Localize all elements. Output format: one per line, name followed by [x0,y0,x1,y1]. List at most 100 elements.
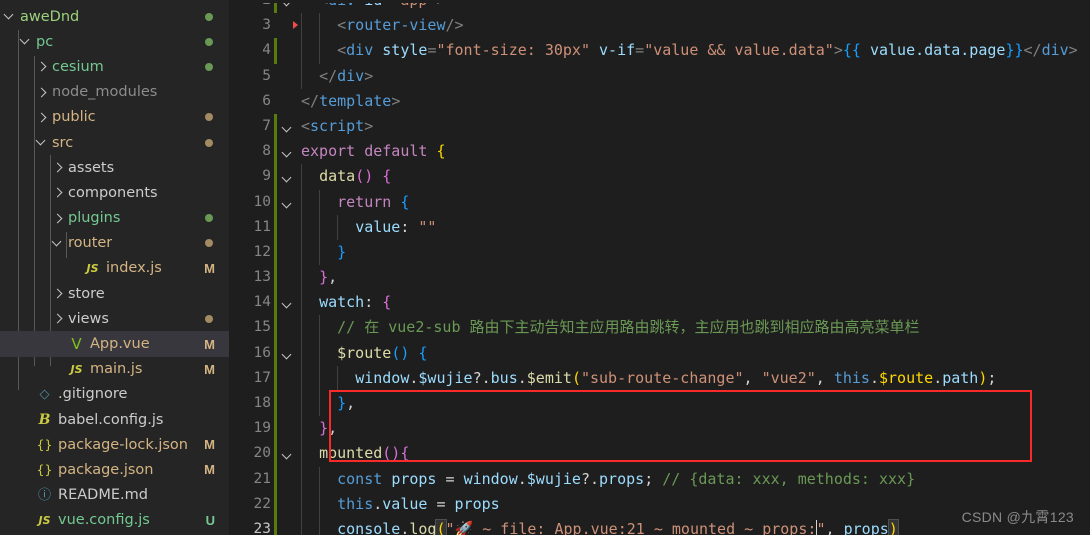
git-status-badge: M [204,437,215,453]
tree-item-vue-config-js[interactable]: JS vue.config.js U [0,508,229,533]
code-line-12[interactable]: 12 } [229,239,1090,266]
folder-status-dot [205,12,213,21]
tree-item-awednd[interactable]: aweDnd [0,4,229,29]
git-modified-marker [274,315,277,341]
chevron-right-icon[interactable] [52,212,65,225]
spacer-icon [52,363,65,376]
tree-item-label: package-lock.json [58,436,188,453]
tree-item-label: App.vue [90,336,150,353]
code-line-13[interactable]: 13 }, [229,265,1090,291]
code-line-15[interactable]: 15 // 在 vue2-sub 路由下主动告知主应用路由跳转，主应用也跳到相应… [229,315,1090,341]
chevron-down-icon[interactable] [4,10,17,23]
tree-item-readme-md[interactable]: ⓘ README.md [0,483,229,508]
chevron-right-icon[interactable] [36,60,49,73]
tree-item-src[interactable]: src [0,130,229,155]
line-number: 15 [253,319,271,336]
tree-item-label: node_modules [52,84,158,101]
tree-item-views[interactable]: views [0,306,229,331]
line-number: 3 [262,17,271,34]
tree-item-node-modules[interactable]: node_modules [0,80,229,105]
chevron-down-icon[interactable] [52,237,65,250]
code-line-14[interactable]: 14 watch: { [229,290,1090,316]
chevron-right-icon[interactable] [52,287,65,300]
git-modified-marker [274,365,277,391]
tree-item-components[interactable]: components [0,180,229,205]
chevron-right-icon[interactable] [52,161,65,174]
tree-item-label: store [68,285,105,302]
line-number: 11 [253,218,271,235]
git-modified-marker [274,516,277,535]
code-line-9[interactable]: 9 data() { [229,164,1090,190]
git-status-badge: M [204,462,215,478]
code-line-19[interactable]: 19 }, [229,416,1090,442]
line-number: 8 [262,143,271,160]
js-file-icon: JS [70,362,83,376]
code-line-10[interactable]: 10 return { [229,189,1090,215]
code-lines[interactable]: 2 <div id="app"> 3 <router-view/> 4 <div s… [229,0,1090,535]
folder-status-dot [205,113,213,122]
code-text: window.$wujie?.bus.$emit("sub-route-chan… [355,368,997,387]
tree-item-package-json[interactable]: {} package.json M [0,457,229,482]
code-line-3[interactable]: 3 <router-view/> [229,13,1090,39]
chevron-down-icon[interactable] [20,35,33,48]
code-line-16[interactable]: 16 $route() { [229,340,1090,366]
spacer-icon [20,388,33,401]
line-number: 12 [253,243,271,260]
tree-item-router[interactable]: router [0,231,229,256]
code-line-7[interactable]: 7 <script> [229,113,1090,140]
tree-item-label: .gitignore [58,386,128,403]
code-line-6[interactable]: 6 </template> [229,89,1090,114]
code-text: </template> [301,91,401,110]
tree-item-plugins[interactable]: plugins [0,206,229,231]
tree-item-label: aweDnd [20,8,80,25]
tree-item-public[interactable]: public [0,105,229,130]
code-line-5[interactable]: 5 </div> [229,63,1090,89]
line-number: 13 [253,269,271,286]
code-line-17[interactable]: 17 window.$wujie?.bus.$emit("sub-route-c… [229,365,1090,391]
tree-item-cesium[interactable]: cesium [0,54,229,79]
chevron-right-icon[interactable] [36,111,49,124]
line-number: 18 [253,395,271,411]
git-status-badge: M [204,361,215,377]
folder-status-dot [205,138,213,147]
chevron-right-icon[interactable] [36,86,49,99]
tree-item-label: components [68,184,158,201]
git-file-icon: ◇ [39,386,50,402]
code-line-11[interactable]: 11 value: "" [229,214,1090,240]
git-modified-marker [274,340,277,366]
code-line-8[interactable]: 8 export default { [229,139,1090,165]
tree-item-main-js[interactable]: JS main.js M [0,357,229,382]
chevron-right-icon[interactable] [52,186,65,199]
tree-item-label: README.md [58,487,148,504]
code-line-18[interactable]: 18 }, [229,391,1090,417]
chevron-right-icon[interactable] [52,312,65,325]
tree-item-label: vue.config.js [58,512,150,529]
git-modified-marker [274,214,277,240]
line-number: 16 [253,344,271,361]
chevron-down-icon[interactable] [36,136,49,149]
code-line-20[interactable]: 20 mounted(){ [229,441,1090,467]
code-text: // 在 vue2-sub 路由下主动告知主应用路由跳转，主应用也跳到相应路由高… [337,318,920,337]
error-marker-icon [293,21,298,30]
git-status-badge: M [204,336,215,352]
code-text: export default { [301,142,446,161]
file-tree[interactable]: aweDnd pc cesium node_modulespublic src asset… [0,4,229,533]
tree-item--gitignore[interactable]: ◇ .gitignore [0,382,229,407]
code-text: $route() { [337,343,428,362]
tree-item-pc[interactable]: pc [0,29,229,54]
code-text: <div style="font-size: 30px" v-if="value… [337,41,1078,60]
git-modified-marker [274,416,277,442]
tree-item-app-vue[interactable]: V App.vue M [0,331,229,357]
code-text: }, [319,268,338,287]
tree-item-store[interactable]: store [0,281,229,306]
code-line-4[interactable]: 4 <div style="font-size: 30px" v-if="val… [229,38,1090,64]
tree-item-assets[interactable]: assets [0,155,229,180]
tree-item-label: main.js [90,361,143,378]
git-modified-marker [274,265,277,291]
tree-item-package-lock-json[interactable]: {} package-lock.json M [0,432,229,457]
tree-item-babel-config-js[interactable]: Bbabel.config.js [0,407,229,432]
tree-item-index-js[interactable]: JS index.js M [0,256,229,281]
code-line-21[interactable]: 21 const props = window.$wujie?.props; /… [229,466,1090,492]
code-editor[interactable]: 2 <div id="app"> 3 <router-view/> 4 <div s… [229,0,1090,535]
explorer-sidebar[interactable]: aweDnd pc cesium node_modulespublic src asset… [0,0,229,535]
